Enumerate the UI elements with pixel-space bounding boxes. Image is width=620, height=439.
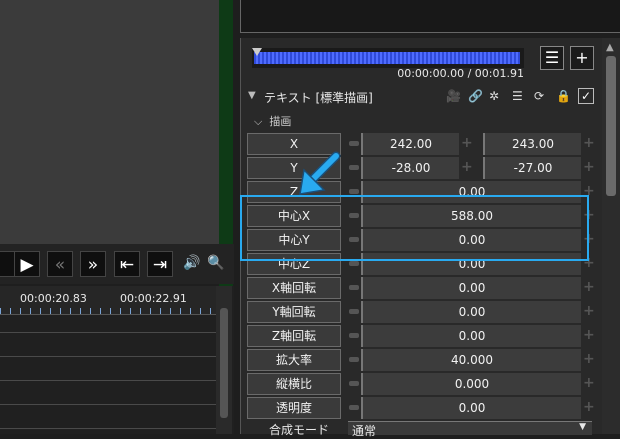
- increment-icon[interactable]: +: [583, 280, 595, 294]
- object-seekbar[interactable]: [252, 48, 524, 68]
- camera-icon[interactable]: 🎥: [446, 89, 461, 103]
- highlight-box: [240, 195, 589, 261]
- ruler-label: 00:00:22.91: [120, 292, 187, 305]
- decrement-icon[interactable]: [349, 261, 359, 266]
- param-label[interactable]: 縦横比: [247, 373, 341, 395]
- param-row-z-rotation: Z軸回転 0.00 +: [247, 325, 597, 347]
- param-value[interactable]: 0.00: [361, 277, 581, 299]
- decrement-icon[interactable]: [349, 333, 359, 338]
- param-value[interactable]: 0.00: [361, 301, 581, 323]
- ruler-label: 00:00:20.83: [20, 292, 87, 305]
- seekbar-fill: [254, 52, 520, 64]
- layer-divider: [0, 356, 216, 357]
- timeline-area[interactable]: 00:00:20.83 00:00:22.91: [0, 286, 234, 434]
- decrement-icon[interactable]: [349, 141, 359, 146]
- param-label[interactable]: 透明度: [247, 397, 341, 419]
- param-row-x-rotation: X軸回転 0.00 +: [247, 277, 597, 299]
- enable-checkbox[interactable]: ✓: [578, 88, 594, 104]
- increment-icon[interactable]: +: [583, 352, 595, 366]
- param-value-start[interactable]: -28.00: [361, 157, 459, 179]
- param-row-aspect: 縦横比 0.000 +: [247, 373, 597, 395]
- refresh-icon[interactable]: ⟳: [534, 89, 544, 103]
- seekbar-head[interactable]: [252, 48, 262, 56]
- panel-scrollbar[interactable]: ▲: [602, 38, 620, 434]
- increment-icon[interactable]: +: [583, 328, 595, 342]
- param-row-y-rotation: Y軸回転 0.00 +: [247, 301, 597, 323]
- list-icon[interactable]: ☰: [512, 89, 523, 103]
- video-preview: [0, 0, 220, 244]
- param-label[interactable]: X軸回転: [247, 277, 341, 299]
- timeline-ruler[interactable]: 00:00:20.83 00:00:22.91: [0, 286, 216, 315]
- panel-top-strip: [240, 0, 620, 33]
- param-value[interactable]: 40.000: [361, 349, 581, 371]
- layer-divider: [0, 380, 216, 381]
- increment-icon[interactable]: +: [583, 160, 595, 174]
- increment-icon[interactable]: +: [583, 304, 595, 318]
- decrement-icon[interactable]: [349, 405, 359, 410]
- link-icon[interactable]: 🔗: [468, 89, 483, 103]
- lock-icon[interactable]: 🔒: [556, 89, 571, 103]
- play-selection-button[interactable]: ▶: [14, 251, 40, 277]
- param-value[interactable]: 0.00: [361, 325, 581, 347]
- section-label: ⌵ 描画: [254, 113, 291, 129]
- timecode: 00:00:00.00 / 00:01.91: [397, 67, 524, 80]
- next-keyframe-button[interactable]: »: [80, 251, 106, 277]
- blend-mode-label: 合成モード: [269, 423, 330, 437]
- timeline-scrollbar[interactable]: [216, 286, 232, 434]
- filter-list-button[interactable]: ☰: [540, 46, 564, 70]
- param-label[interactable]: Z軸回転: [247, 325, 341, 347]
- decrement-icon[interactable]: [349, 285, 359, 290]
- param-value[interactable]: 0.000: [361, 373, 581, 395]
- param-value-end[interactable]: -27.00: [483, 157, 581, 179]
- scroll-thumb[interactable]: [220, 308, 228, 418]
- go-start-button[interactable]: ⇤: [114, 251, 140, 277]
- decrement-icon[interactable]: [349, 165, 359, 170]
- param-row-opacity: 透明度 0.00 +: [247, 397, 597, 419]
- prev-keyframe-button[interactable]: «: [47, 251, 73, 277]
- volume-icon[interactable]: 🔊: [183, 255, 200, 271]
- decrement-icon[interactable]: [349, 381, 359, 386]
- pointer-arrow-icon: [299, 151, 341, 195]
- playback-toolbar: ▶ « » ⇤ ⇥ 🔊 🔍: [0, 244, 234, 284]
- collapse-icon[interactable]: ▼: [248, 90, 256, 101]
- param-row-scale: 拡大率 40.000 +: [247, 349, 597, 371]
- decrement-icon[interactable]: [349, 357, 359, 362]
- blend-mode-row: 合成モード 通常 ▼: [247, 421, 597, 438]
- add-filter-button[interactable]: +: [570, 46, 594, 70]
- increment-icon[interactable]: +: [461, 136, 473, 150]
- scroll-up-icon[interactable]: ▲: [606, 42, 614, 53]
- increment-icon[interactable]: +: [583, 400, 595, 414]
- scroll-thumb[interactable]: [606, 56, 616, 196]
- effect-icon[interactable]: ✲: [489, 89, 499, 103]
- ruler-ticks: [0, 308, 216, 314]
- chevron-down-icon[interactable]: ⌵: [254, 115, 262, 128]
- section-title: 描画: [269, 115, 292, 128]
- param-value[interactable]: 0.00: [361, 397, 581, 419]
- param-value-start[interactable]: 242.00: [361, 133, 459, 155]
- zoom-icon[interactable]: 🔍: [207, 255, 224, 271]
- layer-divider: [0, 332, 216, 333]
- param-label[interactable]: 拡大率: [247, 349, 341, 371]
- go-end-button[interactable]: ⇥: [147, 251, 173, 277]
- blend-mode-select[interactable]: 通常 ▼: [348, 421, 592, 438]
- increment-icon[interactable]: +: [583, 136, 595, 150]
- increment-icon[interactable]: +: [583, 376, 595, 390]
- object-title: テキスト [標準描画]: [264, 91, 373, 105]
- layer-divider: [0, 404, 216, 405]
- blend-mode-value: 通常: [352, 424, 377, 438]
- object-header[interactable]: ▼ テキスト [標準描画] 🎥 🔗 ✲ ☰ ⟳ 🔒 ✓: [246, 86, 596, 108]
- param-label[interactable]: Y軸回転: [247, 301, 341, 323]
- decrement-icon[interactable]: [349, 189, 359, 194]
- layer-divider: [0, 428, 216, 429]
- increment-icon[interactable]: +: [461, 160, 473, 174]
- param-value-end[interactable]: 243.00: [483, 133, 581, 155]
- decrement-icon[interactable]: [349, 309, 359, 314]
- chevron-down-icon[interactable]: ▼: [579, 422, 586, 432]
